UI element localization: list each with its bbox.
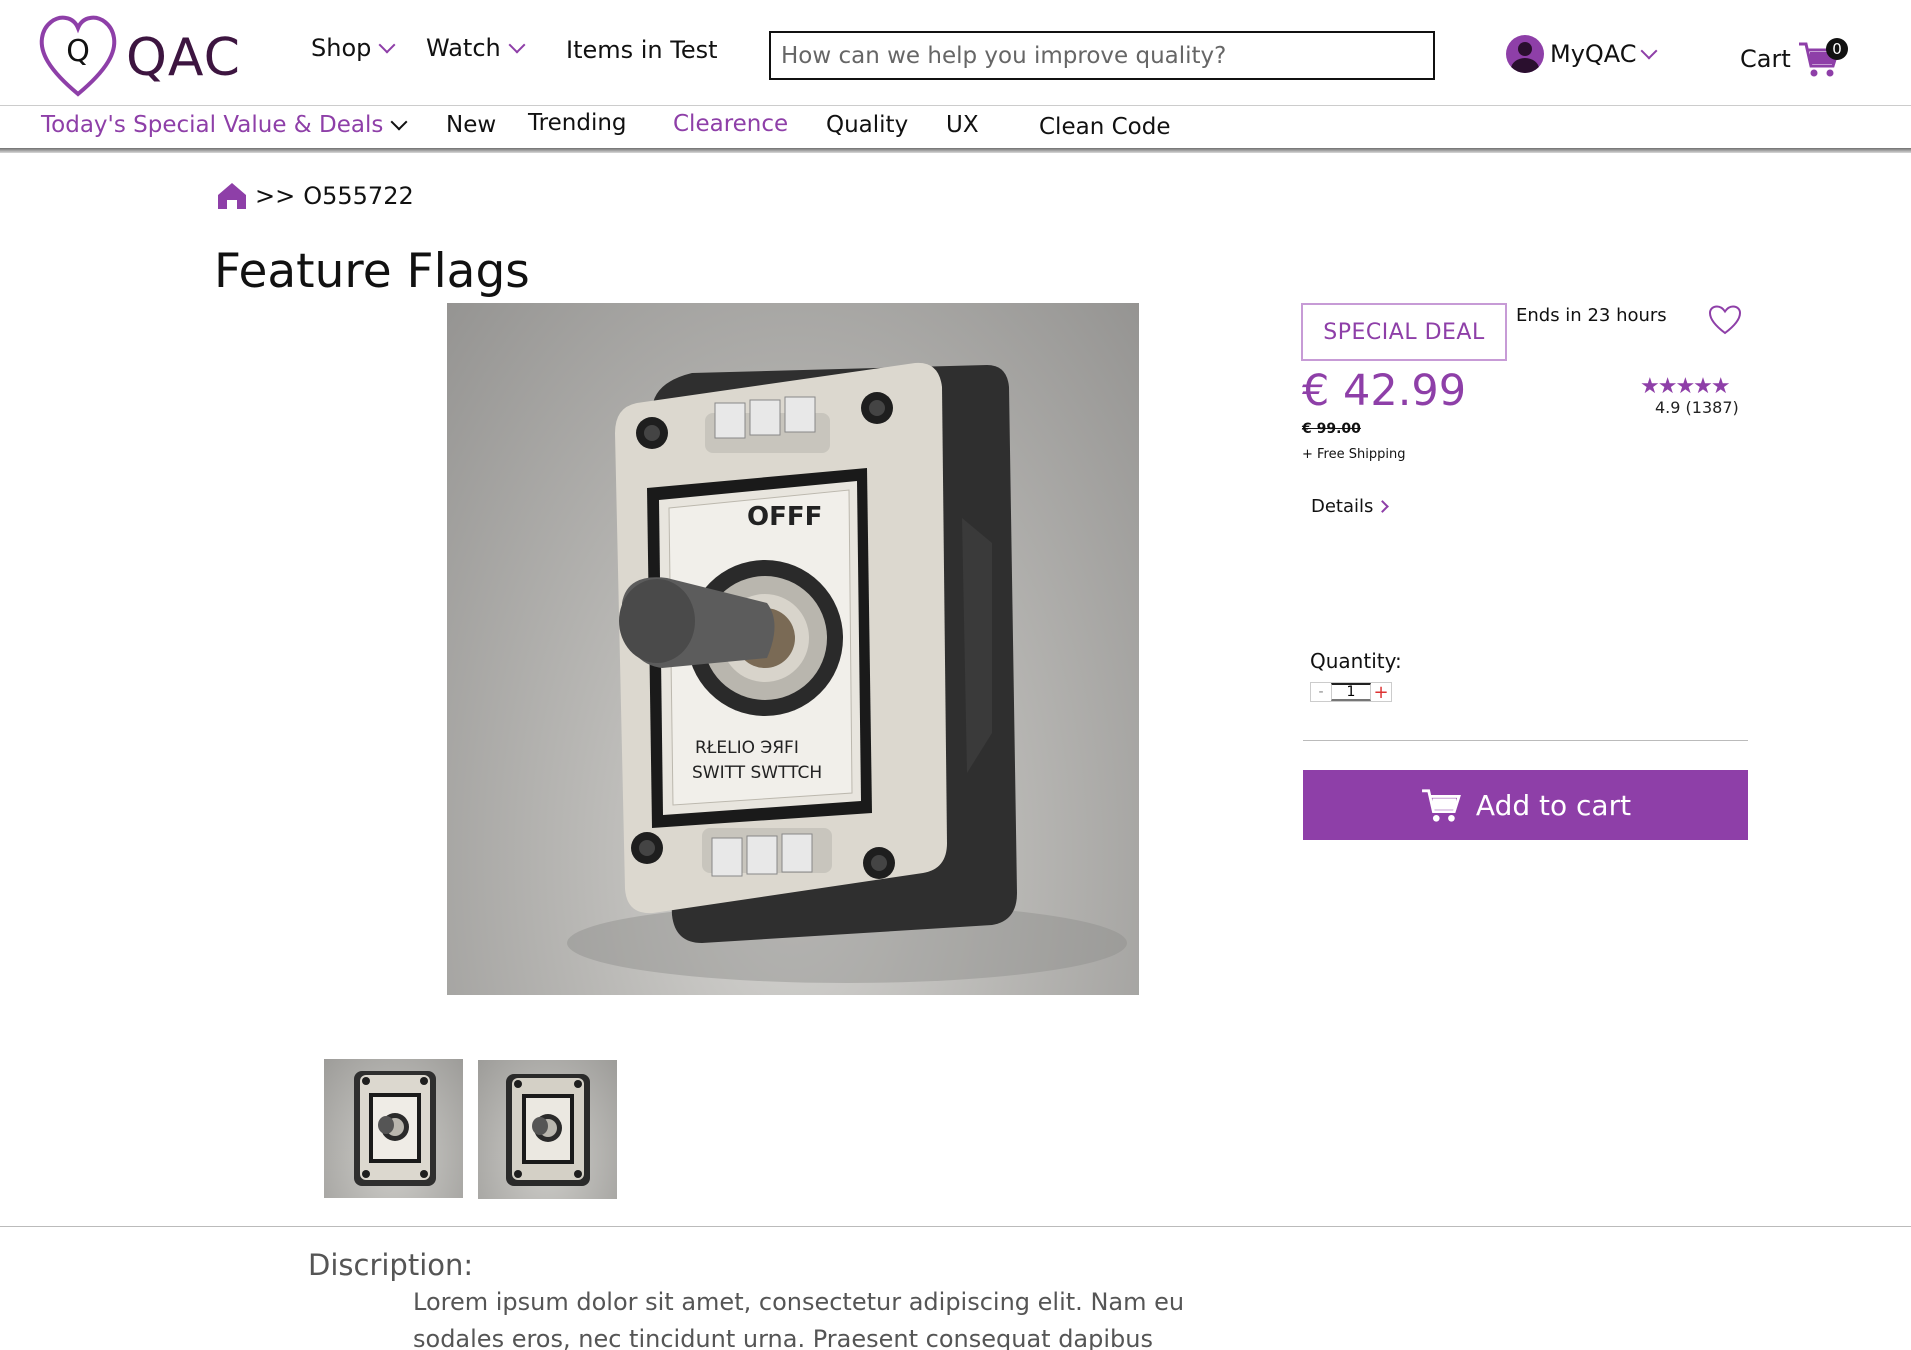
description-heading: Discription: [308, 1248, 474, 1282]
nav-shop-label: Shop [311, 34, 372, 62]
subnav-deals-label: Today's Special Value & Deals [41, 112, 384, 138]
home-icon[interactable] [217, 182, 247, 210]
cart-icon [1421, 789, 1461, 822]
quantity-input[interactable] [1331, 683, 1371, 701]
chevron-down-icon [378, 36, 396, 54]
breadcrumb: >> O555722 [217, 182, 414, 210]
subnav-ux[interactable]: UX [946, 112, 979, 138]
product-price: € 42.99 [1302, 366, 1467, 416]
quantity-decrement-button[interactable]: - [1311, 683, 1331, 701]
panel-divider [1303, 740, 1748, 741]
switch-label-bottom-1: RŁELIO ЭЯFI [695, 738, 799, 758]
page-title: Feature Flags [214, 244, 530, 299]
toggle-switch-thumbnail [354, 1071, 436, 1186]
original-price: € 99.00 [1302, 421, 1361, 437]
quantity-stepper: - + [1310, 682, 1392, 703]
star-rating-icon: ★★★★★ [1640, 374, 1731, 399]
add-to-cart-label: Add to cart [1475, 788, 1632, 822]
chevron-down-icon [508, 36, 526, 54]
switch-label-bottom-2: SWITT SWTTCH [692, 763, 822, 783]
deal-countdown: Ends in 23 hours [1516, 305, 1667, 326]
add-to-cart-button[interactable]: Add to cart [1303, 770, 1748, 840]
nav-watch-label: Watch [426, 34, 501, 62]
switch-label-top: OFFF [747, 502, 822, 532]
nav-items-in-test-label: Items in Test [566, 36, 718, 64]
logo-letter: Q [66, 34, 90, 69]
toggle-switch-thumbnail [506, 1074, 590, 1186]
subnav-new[interactable]: New [446, 112, 496, 138]
chevron-right-icon [1376, 500, 1390, 513]
user-avatar-icon [1506, 35, 1544, 73]
product-thumbnail[interactable] [324, 1059, 463, 1198]
description-divider [0, 1226, 1911, 1227]
nav-shop[interactable]: Shop [311, 34, 396, 62]
description-body: Lorem ipsum dolor sit amet, consectetur … [413, 1288, 1185, 1350]
heart-icon[interactable] [1708, 305, 1742, 335]
brand-logo[interactable]: Q QAC [38, 14, 241, 104]
quantity-label: Quantity: [1310, 649, 1402, 673]
subnav-clearence[interactable]: Clearence [673, 111, 788, 137]
cart-button[interactable]: Cart 0 [1740, 38, 1848, 78]
cart-count-badge: 0 [1826, 38, 1848, 60]
header-divider [0, 105, 1911, 106]
chevron-down-icon [1640, 42, 1658, 60]
heart-logo-icon: Q [39, 15, 117, 97]
quantity-increment-button[interactable]: + [1371, 682, 1391, 703]
shipping-info: + Free Shipping [1302, 447, 1406, 462]
toggle-switch-illustration: OFFF RŁELIO ЭЯFI SWITT SWTTCH [567, 362, 1127, 983]
subnav-divider [0, 148, 1911, 153]
search-input[interactable] [769, 31, 1435, 80]
chevron-down-icon [390, 113, 408, 131]
subnav-trending[interactable]: Trending [528, 110, 627, 136]
special-deal-badge: SPECIAL DEAL [1301, 303, 1507, 361]
breadcrumb-separator: >> [255, 182, 296, 210]
product-main-image: OFFF RŁELIO ЭЯFI SWITT SWTTCH [447, 303, 1139, 995]
nav-items-in-test[interactable]: Items in Test [566, 36, 718, 64]
details-link[interactable]: Details [1311, 496, 1390, 517]
nav-watch[interactable]: Watch [426, 34, 526, 62]
subnav-deals[interactable]: Today's Special Value & Deals [41, 112, 408, 138]
cart-label: Cart [1740, 45, 1791, 73]
subnav-clean-code[interactable]: Clean Code [1039, 114, 1170, 140]
brand-name: QAC [126, 28, 241, 88]
account-menu[interactable]: MyQAC [1506, 35, 1658, 73]
rating-summary: 4.9 (1387) [1655, 398, 1739, 417]
account-label: MyQAC [1550, 40, 1637, 68]
subnav-quality[interactable]: Quality [826, 112, 908, 138]
product-thumbnail[interactable] [478, 1060, 617, 1199]
breadcrumb-item-code: O555722 [303, 182, 414, 210]
details-label: Details [1311, 496, 1374, 517]
